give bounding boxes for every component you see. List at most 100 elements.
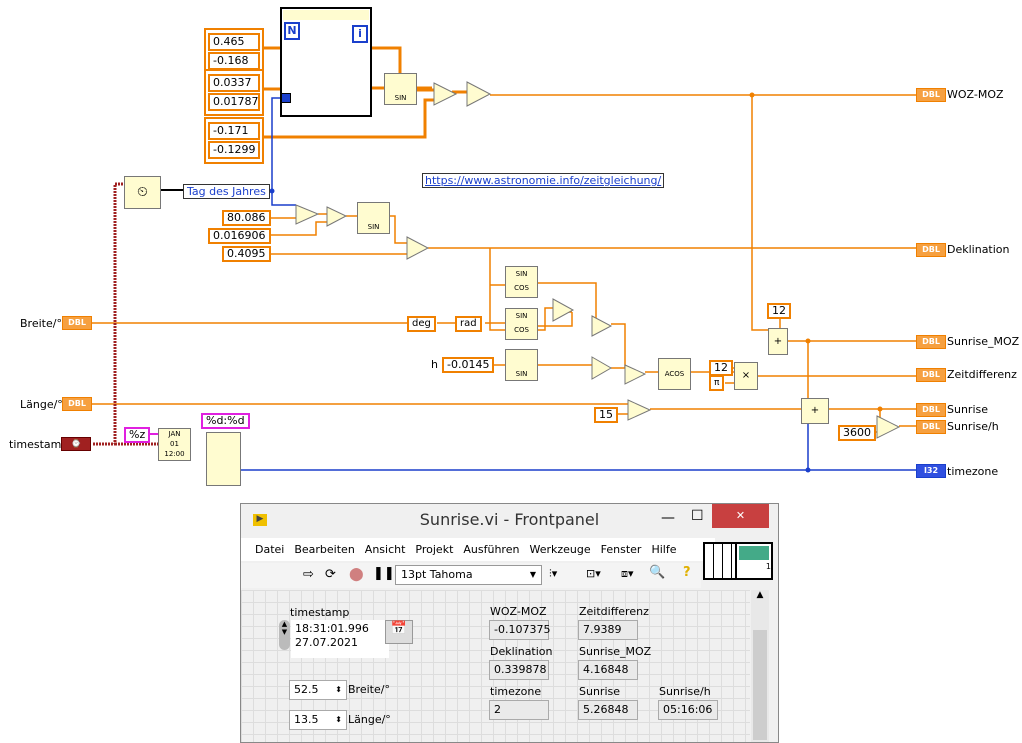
breite-control-terminal[interactable]: DBL — [62, 316, 92, 330]
sunrise-moz-label: Sunrise_MOZ — [947, 335, 1020, 348]
deklination-label: Deklination — [490, 645, 553, 658]
zeitdifferenz-label: Zeitdifferenz — [579, 605, 649, 618]
abort-icon[interactable]: ⬤ — [349, 567, 364, 582]
timezone-label: timezone — [947, 465, 999, 478]
menu-ausfuehren[interactable]: Ausführen — [463, 543, 519, 556]
loop-count-terminal: N — [284, 22, 300, 40]
maximize-button[interactable]: ☐ — [691, 508, 704, 524]
menu-bearbeiten[interactable]: Bearbeiten — [294, 543, 354, 556]
pause-icon[interactable]: ❚❚ — [373, 566, 395, 581]
sunrise-moz-indicator-terminal[interactable]: DBL — [916, 335, 946, 349]
sine-cosine-node: SIN COS — [505, 308, 538, 340]
sunrise-label: Sunrise — [579, 685, 621, 698]
sine-node: SIN — [505, 349, 538, 381]
timezone-indicator: 2 — [489, 700, 549, 720]
timestamp-control-terminal[interactable]: ⌚ — [61, 437, 91, 451]
front-panel-canvas: timestamp ▲ ▼ 18:31:01.996 27.07.2021 📅 52… — [241, 590, 750, 742]
zeitdifferenz-indicator: 7.9389 — [578, 620, 638, 640]
deklination-indicator-terminal[interactable]: DBL — [916, 243, 946, 257]
woz-label: WOZ-MOZ — [947, 88, 1004, 101]
zeitdifferenz-label: Zeitdifferenz — [947, 368, 1017, 381]
arccos-node: ACOS — [658, 358, 691, 390]
tag-des-jahres-label: Tag des Jahres — [183, 184, 270, 199]
array-constant[interactable]: 0.0337 0.01787 — [204, 69, 264, 116]
pi-constant[interactable]: π — [709, 375, 725, 391]
deklination-label: Deklination — [947, 243, 1010, 256]
rad-conversion: rad — [455, 316, 482, 332]
deg-conversion: deg — [407, 316, 436, 332]
menu-datei[interactable]: Datei — [255, 543, 284, 556]
array-constant[interactable]: 0.465 -0.168 — [204, 28, 264, 75]
breite-control[interactable]: 52.5 ⬍ — [289, 680, 347, 700]
add-compound-node: + — [801, 398, 829, 424]
format-string-constant[interactable]: %z — [124, 427, 151, 443]
loop-iteration-terminal: i — [352, 25, 368, 43]
url-link[interactable]: https://www.astronomie.info/zeitgleichun… — [422, 173, 665, 188]
menu-ansicht[interactable]: Ansicht — [365, 543, 406, 556]
menu-fenster[interactable]: Fenster — [601, 543, 642, 556]
close-button[interactable]: ✕ — [712, 504, 769, 528]
menu-werkzeuge[interactable]: Werkzeuge — [529, 543, 590, 556]
sunrise-moz-label: Sunrise_MOZ — [579, 645, 652, 658]
laenge-label: Länge/° — [348, 713, 391, 726]
timezone-label: timezone — [490, 685, 542, 698]
scrollbar-thumb[interactable] — [753, 630, 767, 740]
timestamp-spinner[interactable]: ▲ ▼ — [279, 620, 290, 650]
breite-label: Breite/° — [348, 683, 390, 696]
sunrise-h-label: Sunrise/h — [947, 420, 999, 433]
scan-from-string-node — [206, 432, 241, 486]
sine-node: SIN — [384, 73, 417, 105]
constant[interactable]: 80.086 — [222, 210, 271, 226]
date-time-to-record-node: ⏲ — [124, 176, 161, 209]
distribute-icon[interactable]: ⊡▾ — [586, 567, 601, 580]
sine-cosine-node: SIN COS — [505, 266, 538, 298]
constant[interactable]: 12 — [767, 303, 791, 319]
font-select[interactable]: 13pt Tahoma ▼ — [395, 565, 542, 585]
h-label: h — [431, 358, 438, 371]
timestamp-label: timestamp — [290, 606, 350, 619]
sunrise-indicator-terminal[interactable]: DBL — [916, 403, 946, 417]
constant[interactable]: 12 — [709, 360, 733, 376]
laenge-control-terminal[interactable]: DBL — [62, 397, 92, 411]
vi-icon[interactable]: 1 — [735, 542, 773, 580]
constant[interactable]: 15 — [594, 407, 618, 423]
resize-icon[interactable]: ⧈▾ — [621, 567, 634, 581]
front-panel-window: ▶ Sunrise.vi - Frontpanel — ☐ ✕ Datei Bea… — [240, 503, 779, 743]
run-arrow-icon[interactable]: ⇨ — [303, 567, 314, 582]
sunrise-h-indicator-terminal[interactable]: DBL — [916, 420, 946, 434]
array-constant[interactable]: -0.171 -0.1299 — [204, 117, 264, 164]
timezone-indicator-terminal[interactable]: I32 — [916, 464, 946, 478]
run-continuously-icon[interactable]: ⟳ — [325, 567, 336, 582]
woz-indicator: -0.107375 — [489, 620, 550, 640]
menu-bar: Datei Bearbeiten Ansicht Projekt Ausführen We… — [241, 538, 715, 561]
sunrise-h-label: Sunrise/h — [659, 685, 711, 698]
zeitdifferenz-indicator-terminal[interactable]: DBL — [916, 368, 946, 382]
deklination-indicator: 0.339878 — [489, 660, 549, 680]
sine-node: SIN — [357, 202, 390, 234]
sunrise-moz-indicator: 4.16848 — [578, 660, 638, 680]
constant[interactable]: 3600 — [838, 425, 876, 441]
menu-hilfe[interactable]: Hilfe — [651, 543, 676, 556]
minimize-button[interactable]: — — [661, 510, 675, 526]
breite-label: Breite/° — [20, 317, 62, 330]
laenge-control[interactable]: 13.5 ⬍ — [289, 710, 347, 730]
add-compound-node: + — [768, 328, 788, 355]
constant[interactable]: 0.016906 — [208, 228, 271, 244]
woz-indicator-terminal[interactable]: DBL — [916, 88, 946, 102]
constant[interactable]: -0.0145 — [442, 357, 495, 373]
laenge-label: Länge/° — [20, 398, 63, 411]
align-icon[interactable]: ⫶▾ — [549, 567, 557, 581]
vertical-scrollbar[interactable]: ▲ — [751, 590, 769, 742]
sunrise-h-indicator: 05:16:06 — [658, 700, 718, 720]
menu-projekt[interactable]: Projekt — [415, 543, 453, 556]
timestamp-control[interactable]: 18:31:01.996 27.07.2021 — [291, 620, 389, 658]
toolbar: ⇨ ⟳ ⬤ ❚❚ 13pt Tahoma ▼ ⫶▾ ⊡▾ ⧈▾ 🔍 ? — [241, 563, 701, 588]
scroll-up-icon[interactable]: ▲ — [751, 590, 769, 600]
constant[interactable]: 0.4095 — [222, 246, 271, 262]
format-string-constant[interactable]: %d:%d — [201, 413, 250, 429]
help-icon[interactable]: ? — [683, 565, 691, 580]
calendar-browse-button[interactable]: 📅 — [385, 620, 413, 644]
title-bar: ▶ Sunrise.vi - Frontpanel — ☐ ✕ — [241, 504, 778, 536]
search-icon[interactable]: 🔍 — [649, 565, 665, 580]
woz-label: WOZ-MOZ — [490, 605, 547, 618]
